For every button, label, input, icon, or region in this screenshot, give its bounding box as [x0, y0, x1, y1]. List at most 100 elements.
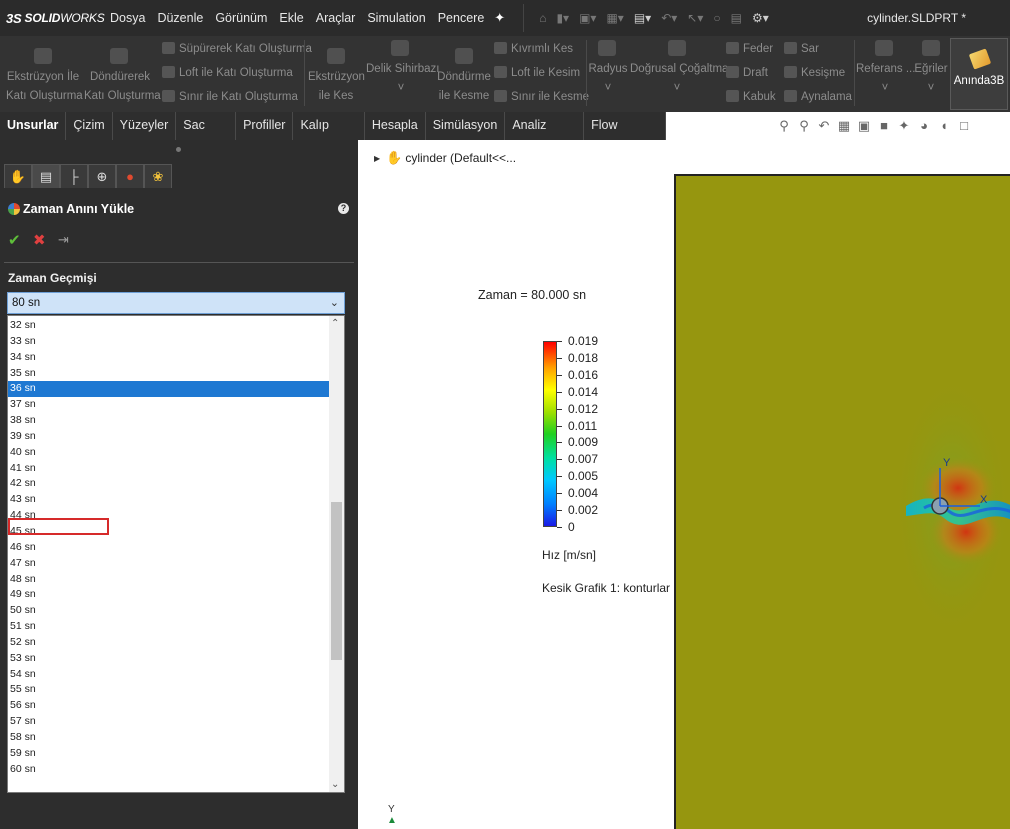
feature-tree-root[interactable]: ▶ ✋ cylinder (Default<<...	[374, 150, 516, 166]
menu-duzenle[interactable]: Düzenle	[151, 11, 209, 25]
cancel-button[interactable]: ✖	[33, 231, 46, 249]
time-list-item[interactable]: 38 sn	[8, 413, 330, 429]
draft-button[interactable]: Draft	[726, 64, 768, 83]
dimxpert-manager-tab[interactable]: ⊕	[88, 164, 116, 188]
select-icon[interactable]: ↖▾	[682, 11, 708, 25]
options-gear-icon[interactable]: ⚙▾	[747, 11, 774, 25]
revolve-boss-button[interactable]: Döndürerek Katı Oluşturma	[84, 68, 161, 106]
panel-grip-icon[interactable]	[176, 147, 181, 152]
view-settings-icon[interactable]: ◖	[936, 118, 952, 134]
solidworks-logo[interactable]: 3S SOLID WORKS	[0, 11, 105, 26]
time-list-item[interactable]: 51 sn	[8, 619, 330, 635]
tab-cizim[interactable]: Çizim	[66, 112, 113, 140]
new-document-icon[interactable]: ▮▾	[551, 11, 574, 25]
time-list-item[interactable]: 53 sn	[8, 651, 330, 667]
chevron-down-icon[interactable]: ⌄	[330, 293, 339, 313]
view-orientation-icon[interactable]: ▣	[856, 118, 872, 134]
time-list-item[interactable]: 46 sn	[8, 540, 330, 556]
time-list-item[interactable]: 59 sn	[8, 746, 330, 762]
section-view-icon[interactable]: ▦	[836, 118, 852, 134]
wrap-button[interactable]: Sar	[784, 40, 819, 59]
time-list-item[interactable]: 43 sn	[8, 492, 330, 508]
extrude-cut-button[interactable]: Ekstrüzyon ile Kes	[308, 68, 365, 106]
property-manager-tab[interactable]: ▤	[32, 164, 60, 188]
menu-simulation[interactable]: Simulation	[361, 11, 431, 25]
menu-araclar[interactable]: Araçlar	[310, 11, 362, 25]
tab-sac-levha[interactable]: Sac Levha	[176, 112, 237, 159]
time-list-item[interactable]: 39 sn	[8, 429, 330, 445]
time-list-item[interactable]: 50 sn	[8, 603, 330, 619]
display-style-icon[interactable]: ■	[876, 118, 892, 134]
menu-gorunum[interactable]: Görünüm	[209, 11, 273, 25]
graphics-area[interactable]: ▶ ✋ cylinder (Default<<... Zaman = 80.00…	[358, 140, 1010, 829]
time-list-item[interactable]: 48 sn	[8, 572, 330, 588]
list-scrollbar[interactable]: ⌃ ⌄	[329, 316, 344, 792]
swept-boss-button[interactable]: Süpürerek Katı Oluşturma	[162, 40, 312, 59]
time-list-item[interactable]: 41 sn	[8, 461, 330, 477]
time-list-item[interactable]: 52 sn	[8, 635, 330, 651]
tab-unsurlar[interactable]: Unsurlar	[0, 112, 67, 140]
flow-simulation-tab[interactable]: ❀	[144, 164, 172, 188]
hide-show-icon[interactable]: ✦	[896, 118, 912, 134]
zoom-to-area-icon[interactable]: ⚲	[796, 118, 812, 134]
expand-arrow-icon[interactable]: ▶	[374, 154, 380, 163]
time-list-item[interactable]: 40 sn	[8, 445, 330, 461]
keep-visible-pin-icon[interactable]: ⇥	[58, 232, 69, 248]
menu-pencere[interactable]: Pencere	[432, 11, 491, 25]
rebuild-icon[interactable]: ○	[708, 11, 725, 25]
loft-boss-button[interactable]: Loft ile Katı Oluşturma	[162, 64, 293, 83]
time-list-item[interactable]: 49 sn	[8, 587, 330, 603]
print-icon[interactable]: ▤▾	[629, 11, 656, 25]
tab-profiller[interactable]: Profiller	[236, 112, 294, 140]
time-list-item[interactable]: 34 sn	[8, 350, 330, 366]
time-list-item[interactable]: 56 sn	[8, 698, 330, 714]
display-manager-tab[interactable]: ●	[116, 164, 144, 188]
reference-geometry-button[interactable]: Referans ... ˅	[856, 60, 915, 98]
home-icon[interactable]: ⌂	[534, 11, 551, 25]
shell-button[interactable]: Kabuk	[726, 88, 776, 107]
time-list-item[interactable]: 33 sn	[8, 334, 330, 350]
tab-simulasyon[interactable]: Simülasyon	[426, 112, 506, 140]
extrude-boss-button[interactable]: Ekstrüzyon İle Katı Oluşturma	[6, 68, 83, 106]
instant3d-button[interactable]: Anında3B	[950, 38, 1008, 110]
curves-button[interactable]: Eğriler ˅	[912, 60, 950, 98]
boundary-cut-button[interactable]: Sınır ile Kesme	[494, 88, 589, 107]
configuration-manager-tab[interactable]: ├	[60, 164, 88, 188]
time-list-item[interactable]: 55 sn	[8, 682, 330, 698]
tab-yuzeyler[interactable]: Yüzeyler	[113, 112, 177, 140]
tab-flow-simulation[interactable]: Flow Simulation	[584, 112, 666, 159]
time-list-item[interactable]: 58 sn	[8, 730, 330, 746]
loft-cut-button[interactable]: Loft ile Kesim	[494, 64, 580, 83]
previous-view-icon[interactable]: ↶	[816, 118, 832, 134]
ok-button[interactable]: ✔	[8, 231, 21, 249]
tab-kalip-araclari[interactable]: Kalıp Araçları	[293, 112, 365, 159]
time-list-item[interactable]: 44 sn	[8, 508, 330, 524]
scene-icon[interactable]: ◕	[916, 118, 932, 134]
linear-pattern-button[interactable]: Doğrusal Çoğaltma ˅	[630, 60, 728, 98]
mirror-button[interactable]: Aynalama	[784, 88, 852, 107]
open-icon[interactable]: ▣▾	[574, 11, 601, 25]
feature-manager-tab[interactable]: ✋	[4, 164, 32, 188]
rib-button[interactable]: Feder	[726, 40, 773, 59]
save-icon[interactable]: ▦▾	[601, 11, 628, 25]
time-list-item[interactable]: 60 sn	[8, 762, 330, 778]
time-list-item[interactable]: 54 sn	[8, 667, 330, 683]
tab-hesapla[interactable]: Hesapla	[365, 112, 426, 140]
boundary-boss-button[interactable]: Sınır ile Katı Oluşturma	[162, 88, 298, 107]
intersect-button[interactable]: Kesişme	[784, 64, 845, 83]
time-list-item[interactable]: 42 sn	[8, 476, 330, 492]
time-list-item[interactable]: 47 sn	[8, 556, 330, 572]
time-list-item[interactable]: 32 sn	[8, 318, 330, 334]
fillet-button[interactable]: Radyus ˅	[588, 60, 628, 98]
swept-cut-button[interactable]: Kıvrımlı Kes	[494, 40, 573, 59]
time-list-item[interactable]: 36 sn	[8, 381, 330, 398]
pin-menu-icon[interactable]: ✦	[494, 10, 505, 26]
revolve-cut-button[interactable]: Döndürme ile Kesme	[436, 68, 492, 106]
scroll-down-icon[interactable]: ⌄	[331, 779, 339, 790]
undo-icon[interactable]: ↶▾	[656, 11, 682, 25]
time-list-item[interactable]: 37 sn	[8, 397, 330, 413]
time-history-list[interactable]: 32 sn 33 sn 34 sn 35 sn 36 sn 37 sn 38 sn 39 sn…	[7, 315, 345, 793]
help-icon[interactable]: ?	[338, 203, 349, 214]
file-properties-icon[interactable]: ▤	[726, 11, 747, 25]
monitor-icon[interactable]: □	[956, 118, 972, 134]
